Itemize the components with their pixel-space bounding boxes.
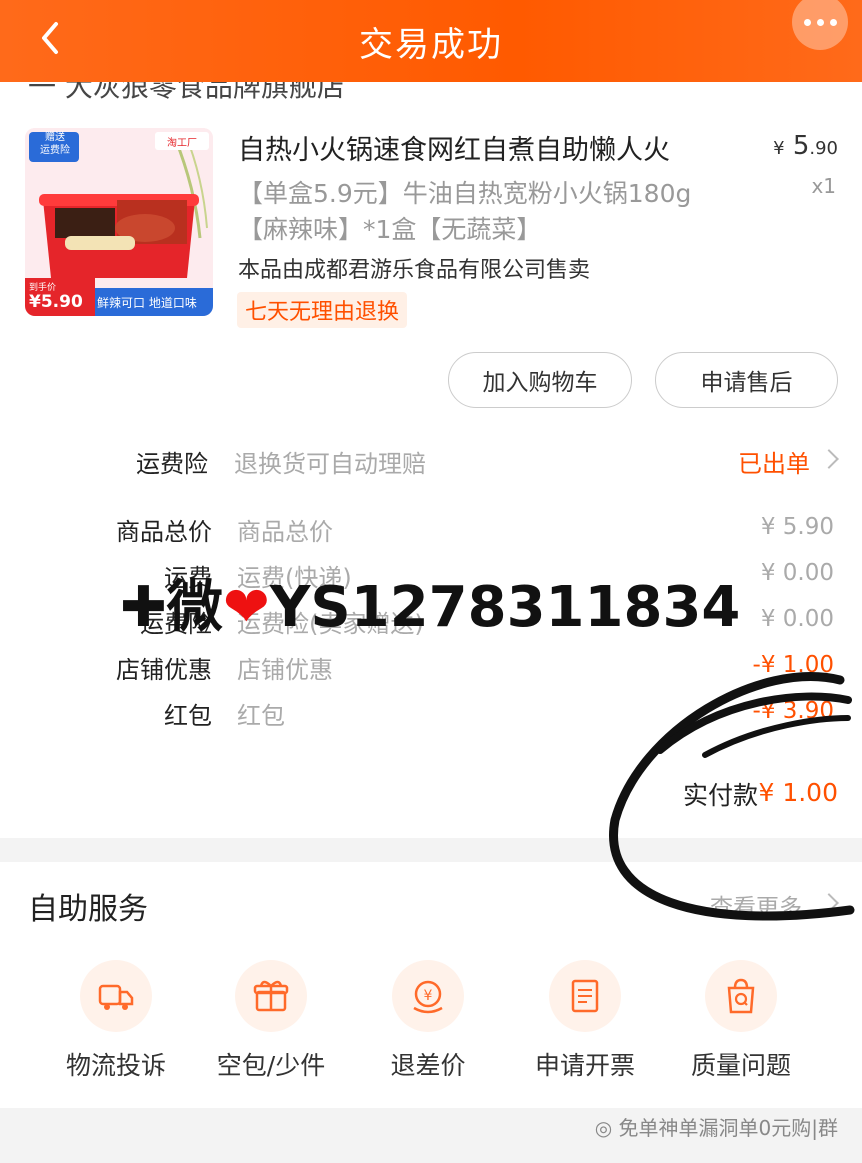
back-button[interactable] [32,18,72,58]
paid-amount: ¥ 1.00 [758,778,838,807]
gift-icon [235,960,307,1032]
product-title[interactable]: 自热小火锅速食网红自煮自助懒人火 [238,128,670,167]
return-policy-tag: 七天无理由退换 [237,292,408,328]
product-spec: 【单盒5.9元】牛油自热宽粉小火锅180g 【麻辣味】*1盒【无蔬菜】 [238,179,692,244]
summary-desc-shop-discount: 店铺优惠 [237,656,333,684]
product-price: ¥ 5.90 [773,131,838,161]
paid-label: 实付款 [682,781,758,810]
more-menu-button[interactable] [792,0,848,50]
footer-watermark: ◎ 免单神单漏洞单0元购|群 [594,1116,838,1140]
image-price: ¥5.90 [29,292,83,312]
refund-icon: ¥ [392,960,464,1032]
top-nav-bar: 交易成功 [0,0,862,82]
section-divider [0,838,862,862]
insurance-label: 运费险 [136,450,208,478]
wechat-icon: ◎ [594,1116,619,1140]
dot-icon [803,18,811,26]
summary-value-insurance: ¥ 0.00 [760,606,834,632]
summary-label-shop-discount: 店铺优惠 [116,656,212,684]
summary-value-red-packet: -¥ 3.90 [752,698,834,724]
service-logistics-complaint[interactable]: 物流投诉 [41,960,191,1082]
product-seller: 本品由成都君游乐食品有限公司售卖 [238,258,591,283]
dot-icon [829,18,837,26]
image-badge: 赠送 运费险 [40,132,70,156]
image-brand-tag: 淘工厂 [167,138,197,149]
chevron-right-icon [819,449,839,469]
truck-icon [80,960,152,1032]
service-invoice[interactable]: 申请开票 [510,960,660,1082]
shop-name[interactable]: 一 大灰狼零食品牌旗舰店 [0,82,862,102]
summary-desc-red-packet: 红包 [237,702,285,730]
product-image[interactable]: 赠送 运费险 淘工厂 到手价 ¥5.90 鲜辣可口 地道口味 [25,128,213,316]
chevron-right-icon [819,893,839,913]
summary-value-shipping: ¥ 0.00 [760,560,834,586]
summary-desc-total: 商品总价 [237,518,333,546]
summary-label-total: 商品总价 [116,518,212,546]
quality-bag-icon [705,960,777,1032]
insurance-status[interactable]: 已出单 [738,444,810,479]
after-sale-button[interactable]: 申请售后 [655,352,838,408]
summary-value-shop-discount: -¥ 1.00 [752,652,834,678]
invoice-icon [549,960,621,1032]
dot-icon [816,18,824,26]
service-price-refund[interactable]: ¥ 退差价 [353,960,503,1082]
self-service-title: 自助服务 [28,892,148,927]
add-to-cart-button[interactable]: 加入购物车 [448,352,632,408]
chevron-left-icon [42,22,58,54]
insurance-desc: 退换货可自动理赔 [234,450,426,478]
summary-value-total: ¥ 5.90 [760,514,834,540]
service-empty-package[interactable]: 空包/少件 [196,960,346,1082]
image-slogan: 鲜辣可口 地道口味 [97,296,197,310]
service-quality-issue[interactable]: 质量问题 [666,960,816,1082]
svg-text:¥: ¥ [424,988,433,1004]
see-more-link[interactable]: 查看更多 [710,888,802,922]
summary-label-red-packet: 红包 [164,702,212,730]
contact-watermark: ✚微❤YS1278311834 [120,575,741,640]
page-title: 交易成功 [359,24,503,65]
heart-icon: ❤ [222,575,270,640]
product-quantity: x1 [811,174,836,198]
